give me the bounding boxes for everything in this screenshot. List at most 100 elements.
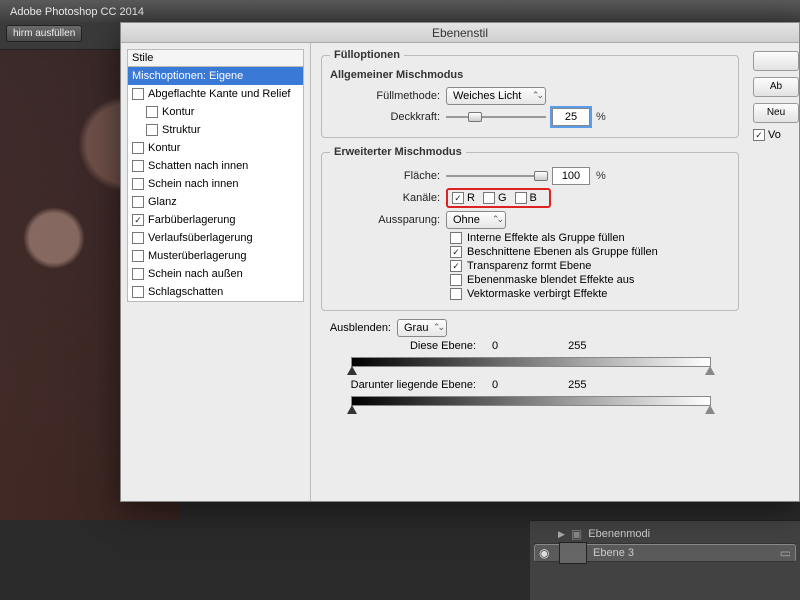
flag-row-clipped_group: Beschnittene Ebenen als Gruppe füllen bbox=[450, 246, 730, 258]
layer-group-label: Ebenenmodi bbox=[588, 528, 650, 540]
app-title: Adobe Photoshop CC 2014 bbox=[10, 6, 144, 18]
style-row-satin[interactable]: Glanz bbox=[128, 193, 303, 211]
style-row-patoverlay[interactable]: Musterüberlagerung bbox=[128, 247, 303, 265]
channel-g-checkbox[interactable] bbox=[483, 192, 495, 204]
flag-checkbox-clipped_group[interactable] bbox=[450, 246, 462, 258]
disclosure-triangle-icon[interactable]: ▶ bbox=[558, 529, 565, 540]
styles-list: Mischoptionen: Eigene Abgeflachte Kante u… bbox=[127, 67, 304, 302]
flag-checkbox-trans_shapes[interactable] bbox=[450, 260, 462, 272]
flag-label: Ebenenmaske blendet Effekte aus bbox=[467, 274, 634, 286]
layer-row[interactable]: ◉ Ebene 3 ▭ bbox=[534, 544, 796, 562]
style-row-iglow[interactable]: Schein nach innen bbox=[128, 175, 303, 193]
flag-row-inner_group: Interne Effekte als Gruppe füllen bbox=[450, 232, 730, 244]
style-label: Schlagschatten bbox=[148, 286, 223, 298]
style-checkbox-dshadow[interactable] bbox=[132, 286, 144, 298]
style-row-gradoverlay[interactable]: Verlaufsüberlagerung bbox=[128, 229, 303, 247]
style-row-blend[interactable]: Mischoptionen: Eigene bbox=[128, 67, 303, 85]
fill-method-label: Füllmethode: bbox=[330, 90, 440, 102]
fill-options-group: Fülloptionen Allgemeiner Mischmodus Füll… bbox=[321, 49, 739, 138]
blend-black-handle[interactable] bbox=[347, 366, 357, 375]
style-label: Glanz bbox=[148, 196, 177, 208]
this-layer-blend-bar[interactable] bbox=[341, 355, 721, 369]
this-layer-label: Diese Ebene: bbox=[321, 340, 476, 352]
blendif-select[interactable]: Grau bbox=[397, 319, 447, 337]
style-checkbox-bevel[interactable] bbox=[132, 88, 144, 100]
blend-white-handle[interactable] bbox=[705, 366, 715, 375]
style-label: Verlaufsüberlagerung bbox=[148, 232, 253, 244]
style-row-coloroverlay[interactable]: Farbüberlagerung bbox=[128, 211, 303, 229]
channel-b-checkbox[interactable] bbox=[515, 192, 527, 204]
styles-header: Stile bbox=[127, 49, 304, 67]
flag-label: Vektormaske verbirgt Effekte bbox=[467, 288, 607, 300]
style-checkbox-gradoverlay[interactable] bbox=[132, 232, 144, 244]
style-label: Mischoptionen: Eigene bbox=[132, 70, 243, 82]
style-checkbox-oglow[interactable] bbox=[132, 268, 144, 280]
style-checkbox-coloroverlay[interactable] bbox=[132, 214, 144, 226]
style-checkbox-texture[interactable] bbox=[146, 124, 158, 136]
style-checkbox-satin[interactable] bbox=[132, 196, 144, 208]
flag-checkbox-inner_group[interactable] bbox=[450, 232, 462, 244]
style-row-texture[interactable]: Struktur bbox=[128, 121, 303, 139]
style-label: Farbüberlagerung bbox=[148, 214, 235, 226]
dialog-buttons-column: Ab Neu Vo bbox=[749, 43, 799, 501]
under-layer-blend-bar[interactable] bbox=[341, 394, 721, 408]
layer-thumbnail bbox=[559, 542, 587, 564]
app-titlebar: Adobe Photoshop CC 2014 bbox=[0, 0, 800, 22]
style-label: Schein nach innen bbox=[148, 178, 239, 190]
advanced-blend-group: Erweiterter Mischmodus Fläche: % Kanäle:… bbox=[321, 146, 739, 311]
flag-label: Interne Effekte als Gruppe füllen bbox=[467, 232, 625, 244]
style-row-stroke[interactable]: Kontur bbox=[128, 139, 303, 157]
style-row-ishadow[interactable]: Schatten nach innen bbox=[128, 157, 303, 175]
opacity-label: Deckkraft: bbox=[330, 111, 440, 123]
cancel-button[interactable]: Ab bbox=[753, 77, 799, 97]
general-blend-heading: Allgemeiner Mischmodus bbox=[330, 69, 730, 81]
opacity-slider[interactable] bbox=[446, 110, 546, 124]
fill-slider[interactable] bbox=[446, 169, 546, 183]
style-checkbox-ishadow[interactable] bbox=[132, 160, 144, 172]
style-checkbox-iglow[interactable] bbox=[132, 178, 144, 190]
opacity-input[interactable] bbox=[552, 108, 590, 126]
style-label: Abgeflachte Kante und Relief bbox=[148, 88, 291, 100]
knockout-select[interactable]: Ohne bbox=[446, 211, 506, 229]
preview-checkbox[interactable] bbox=[753, 129, 765, 141]
layers-panel: ▶ ▣ Ebenenmodi ◉ Ebene 3 ▭ bbox=[530, 520, 800, 600]
flag-row-trans_shapes: Transparenz formt Ebene bbox=[450, 260, 730, 272]
style-label: Musterüberlagerung bbox=[148, 250, 246, 262]
flag-label: Transparenz formt Ebene bbox=[467, 260, 591, 272]
folder-icon: ▣ bbox=[571, 527, 582, 541]
fill-method-select[interactable]: Weiches Licht bbox=[446, 87, 546, 105]
style-label: Kontur bbox=[148, 142, 180, 154]
ok-button[interactable] bbox=[753, 51, 799, 71]
layer-style-dialog: Ebenenstil Stile Mischoptionen: Eigene Ab… bbox=[120, 22, 800, 502]
style-row-contour[interactable]: Kontur bbox=[128, 103, 303, 121]
channels-label: Kanäle: bbox=[330, 192, 440, 204]
blend-white-handle[interactable] bbox=[705, 405, 715, 414]
channel-r-checkbox[interactable] bbox=[452, 192, 464, 204]
flag-row-mask_hides: Ebenenmaske blendet Effekte aus bbox=[450, 274, 730, 286]
style-row-bevel[interactable]: Abgeflachte Kante und Relief bbox=[128, 85, 303, 103]
new-style-button[interactable]: Neu bbox=[753, 103, 799, 123]
preview-row: Vo bbox=[753, 129, 781, 141]
fill-input[interactable] bbox=[552, 167, 590, 185]
blendif-label: Ausblenden: bbox=[321, 322, 391, 334]
visibility-icon[interactable]: ◉ bbox=[539, 546, 553, 561]
style-label: Kontur bbox=[162, 106, 194, 118]
channel-r-label: R bbox=[467, 192, 475, 204]
style-checkbox-patoverlay[interactable] bbox=[132, 250, 144, 262]
this-layer-lo: 0 bbox=[492, 340, 498, 352]
knockout-label: Aussparung: bbox=[330, 214, 440, 226]
advanced-blend-legend: Erweiterter Mischmodus bbox=[330, 146, 466, 158]
layer-info-icon[interactable]: ▭ bbox=[780, 546, 791, 561]
dialog-title: Ebenenstil bbox=[121, 23, 799, 43]
style-checkbox-contour[interactable] bbox=[146, 106, 158, 118]
style-row-dshadow[interactable]: Schlagschatten bbox=[128, 283, 303, 301]
style-row-oglow[interactable]: Schein nach außen bbox=[128, 265, 303, 283]
style-checkbox-stroke[interactable] bbox=[132, 142, 144, 154]
percent-label: % bbox=[596, 111, 606, 123]
blend-black-handle[interactable] bbox=[347, 405, 357, 414]
flag-checkbox-mask_hides[interactable] bbox=[450, 274, 462, 286]
style-label: Schatten nach innen bbox=[148, 160, 248, 172]
flag-checkbox-vmask_hides[interactable] bbox=[450, 288, 462, 300]
fill-screen-button[interactable]: hirm ausfüllen bbox=[6, 25, 82, 42]
under-layer-hi: 255 bbox=[568, 379, 586, 391]
